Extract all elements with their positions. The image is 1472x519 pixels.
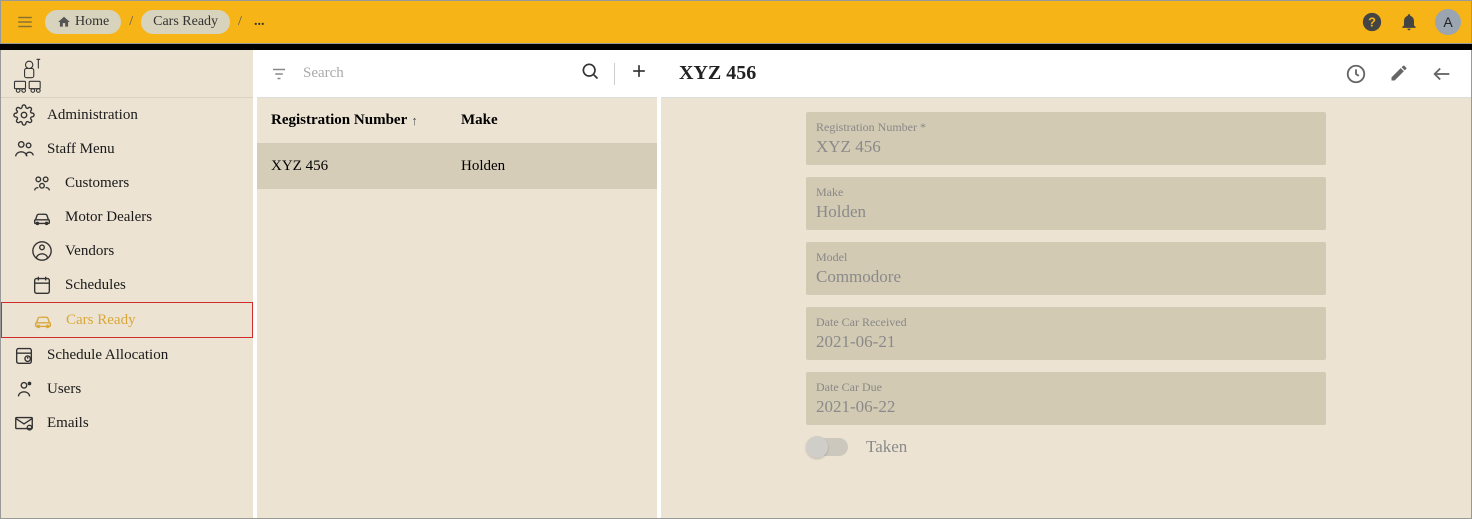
- add-icon[interactable]: [629, 61, 649, 86]
- nav-label: Emails: [47, 415, 89, 432]
- list-panel: Registration Number ↑ Make XYZ 456 Holde…: [257, 50, 661, 518]
- history-icon[interactable]: [1345, 63, 1367, 85]
- field-make: Make Holden: [806, 177, 1326, 230]
- breadcrumb-home[interactable]: Home: [45, 10, 121, 34]
- nav-motor-dealers[interactable]: Motor Dealers: [1, 200, 253, 234]
- field-value: Commodore: [816, 267, 1316, 287]
- sidebar: Administration Staff Menu Customers Moto…: [1, 50, 257, 518]
- edit-icon[interactable]: [1389, 63, 1409, 85]
- nav-schedule-allocation[interactable]: Schedule Allocation: [1, 338, 253, 372]
- sort-asc-icon: ↑: [411, 113, 418, 129]
- toolbar-divider: [614, 63, 615, 85]
- field-taken: Taken: [806, 437, 1326, 457]
- field-value: Holden: [816, 202, 1316, 222]
- breadcrumb-current-label: Cars Ready: [153, 14, 218, 30]
- taken-toggle-label: Taken: [866, 437, 907, 457]
- avatar[interactable]: A: [1435, 9, 1461, 35]
- nav-label: Customers: [65, 175, 129, 192]
- list-row[interactable]: XYZ 456 Holden: [257, 144, 657, 189]
- nav-customers[interactable]: Customers: [1, 166, 253, 200]
- search-icon[interactable]: [580, 61, 600, 86]
- col-header-make[interactable]: Make: [461, 112, 643, 129]
- nav-emails[interactable]: Emails: [1, 406, 253, 440]
- nav-label: Users: [47, 381, 81, 398]
- nav-cars-ready[interactable]: Cars Ready: [1, 302, 253, 338]
- app-logo: [1, 50, 253, 98]
- topbar: Home / Cars Ready / ... ? A: [0, 0, 1472, 44]
- nav-staff-menu[interactable]: Staff Menu: [1, 132, 253, 166]
- list-header: Registration Number ↑ Make: [257, 98, 657, 144]
- field-model: Model Commodore: [806, 242, 1326, 295]
- col-header-make-label: Make: [461, 112, 498, 128]
- breadcrumb-current[interactable]: Cars Ready: [141, 10, 230, 34]
- cell-reg: XYZ 456: [271, 158, 461, 175]
- field-value: 2021-06-22: [816, 397, 1316, 417]
- nav-label: Vendors: [65, 243, 114, 260]
- breadcrumb: Home / Cars Ready / ...: [45, 10, 264, 34]
- toggle-knob: [806, 436, 828, 458]
- detail-panel: XYZ 456 Registration Number * XYZ 456: [661, 50, 1471, 518]
- field-label: Registration Number *: [816, 120, 1316, 135]
- nav-label: Motor Dealers: [65, 209, 152, 226]
- field-registration-number: Registration Number * XYZ 456: [806, 112, 1326, 165]
- fields-wrap: Registration Number * XYZ 456 Make Holde…: [806, 112, 1326, 498]
- back-icon[interactable]: [1431, 63, 1453, 85]
- bell-icon[interactable]: [1399, 12, 1419, 32]
- breadcrumb-sep: /: [234, 14, 246, 30]
- nav-users[interactable]: Users: [1, 372, 253, 406]
- field-label: Make: [816, 185, 1316, 200]
- menu-toggle-icon[interactable]: [11, 8, 39, 36]
- nav-vendors[interactable]: Vendors: [1, 234, 253, 268]
- nav-label: Administration: [47, 107, 138, 124]
- nav-schedules[interactable]: Schedules: [1, 268, 253, 302]
- col-header-reg-label: Registration Number: [271, 112, 407, 129]
- nav-administration[interactable]: Administration: [1, 98, 253, 132]
- topbar-left: Home / Cars Ready / ...: [11, 8, 264, 36]
- list-toolbar: [257, 50, 657, 98]
- detail-body: Registration Number * XYZ 456 Make Holde…: [661, 98, 1471, 518]
- field-date-due: Date Car Due 2021-06-22: [806, 372, 1326, 425]
- field-value: 2021-06-21: [816, 332, 1316, 352]
- taken-toggle[interactable]: [808, 438, 848, 456]
- nav-label: Staff Menu: [47, 141, 115, 158]
- breadcrumb-home-label: Home: [75, 14, 109, 30]
- cell-make: Holden: [461, 158, 643, 175]
- nav-label: Schedules: [65, 277, 126, 294]
- field-label: Date Car Received: [816, 315, 1316, 330]
- topbar-right: ? A: [1361, 9, 1461, 35]
- help-icon[interactable]: ?: [1361, 11, 1383, 33]
- nav-label: Cars Ready: [66, 312, 136, 329]
- main: Administration Staff Menu Customers Moto…: [0, 50, 1472, 519]
- field-date-received: Date Car Received 2021-06-21: [806, 307, 1326, 360]
- filter-icon[interactable]: [265, 65, 293, 83]
- breadcrumb-more[interactable]: ...: [250, 14, 265, 30]
- detail-title: XYZ 456: [679, 62, 756, 85]
- detail-toolbar: XYZ 456: [661, 50, 1471, 98]
- search-input[interactable]: [299, 65, 574, 82]
- field-value: XYZ 456: [816, 137, 1316, 157]
- field-label: Date Car Due: [816, 380, 1316, 395]
- detail-actions: [1345, 63, 1453, 85]
- nav-label: Schedule Allocation: [47, 347, 168, 364]
- field-label: Model: [816, 250, 1316, 265]
- breadcrumb-sep: /: [125, 14, 137, 30]
- svg-text:?: ?: [1368, 15, 1376, 30]
- col-header-reg[interactable]: Registration Number ↑: [271, 112, 461, 129]
